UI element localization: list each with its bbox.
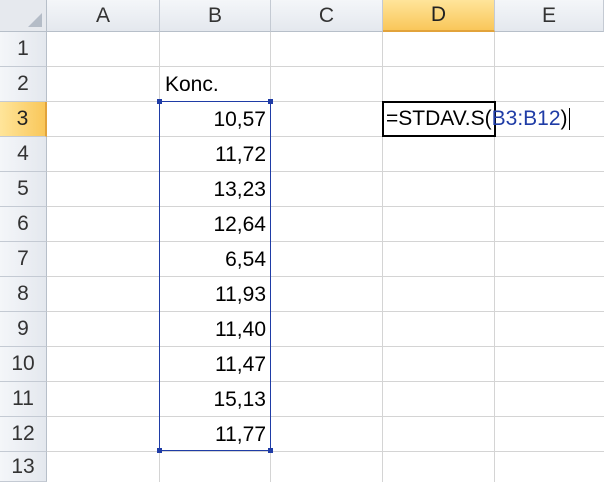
gridline — [47, 416, 604, 417]
gridline — [382, 32, 383, 482]
cell-b12[interactable]: 11,77 — [160, 417, 271, 452]
cell-b4[interactable]: 11,72 — [160, 137, 271, 172]
column-header-e[interactable]: E — [495, 0, 604, 32]
cell-d3-formula[interactable]: =STDAV.S(B3:B12) — [386, 102, 570, 136]
gridline — [47, 241, 604, 242]
gridline — [494, 32, 495, 482]
gridline — [47, 136, 604, 137]
gridline — [47, 206, 604, 207]
select-all-corner[interactable] — [0, 0, 47, 32]
row-header-11[interactable]: 11 — [0, 382, 47, 417]
spreadsheet-grid[interactable]: A B C D E 1 2 3 4 5 6 7 8 9 10 11 12 13 … — [0, 0, 604, 482]
cell-b5[interactable]: 13,23 — [160, 172, 271, 207]
row-header-12[interactable]: 12 — [0, 417, 47, 452]
row-header-1[interactable]: 1 — [0, 32, 47, 67]
row-header-9[interactable]: 9 — [0, 312, 47, 347]
cell-b6[interactable]: 12,64 — [160, 207, 271, 242]
formula-closing-paren: ) — [560, 107, 568, 130]
row-header-10[interactable]: 10 — [0, 347, 47, 382]
formula-function-text: =STDAV.S( — [386, 107, 492, 130]
cell-b10[interactable]: 11,47 — [160, 347, 271, 382]
gridline — [47, 66, 604, 67]
row-header-6[interactable]: 6 — [0, 207, 47, 242]
row-header-3[interactable]: 3 — [0, 102, 47, 137]
row-header-5[interactable]: 5 — [0, 172, 47, 207]
row-header-13[interactable]: 13 — [0, 452, 47, 482]
cell-b3[interactable]: 10,57 — [160, 102, 271, 137]
gridline — [47, 451, 604, 452]
row-header-4[interactable]: 4 — [0, 137, 47, 172]
column-header-c[interactable]: C — [271, 0, 383, 32]
text-cursor — [568, 108, 570, 130]
gridline — [47, 276, 604, 277]
row-header-8[interactable]: 8 — [0, 277, 47, 312]
cell-b11[interactable]: 15,13 — [160, 382, 271, 417]
cell-b2[interactable]: Konc. — [160, 67, 310, 102]
gridline — [47, 171, 604, 172]
cell-b7[interactable]: 6,54 — [160, 242, 271, 277]
gridline — [47, 311, 604, 312]
column-header-a[interactable]: A — [47, 0, 160, 32]
column-header-d[interactable]: D — [383, 0, 495, 32]
formula-range-reference: B3:B12 — [491, 107, 561, 130]
gridline — [47, 346, 604, 347]
cell-b8[interactable]: 11,93 — [160, 277, 271, 312]
cell-b9[interactable]: 11,40 — [160, 312, 271, 347]
select-all-triangle-icon — [28, 13, 42, 27]
row-header-2[interactable]: 2 — [0, 67, 47, 102]
column-header-b[interactable]: B — [160, 0, 271, 32]
gridline — [47, 381, 604, 382]
row-header-7[interactable]: 7 — [0, 242, 47, 277]
